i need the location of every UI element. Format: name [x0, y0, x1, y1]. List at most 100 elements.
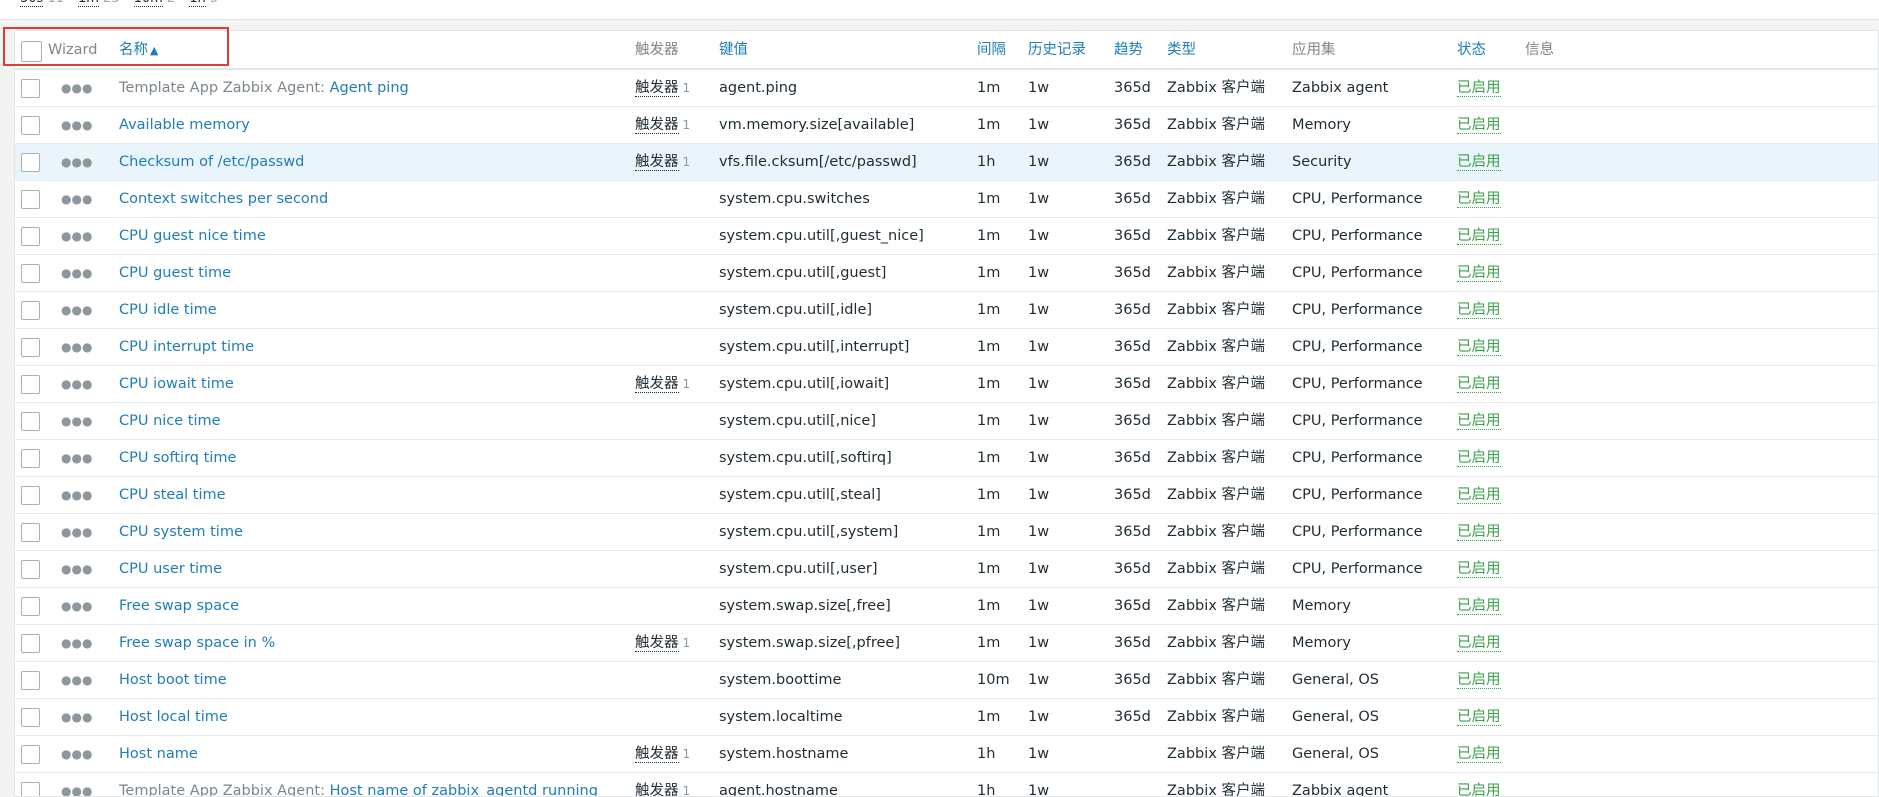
status-toggle-link[interactable]: 已启用: [1457, 709, 1501, 726]
wizard-menu-icon[interactable]: ●●●: [61, 181, 92, 218]
status-toggle-link[interactable]: 已启用: [1457, 413, 1501, 430]
item-name-link[interactable]: CPU system time: [119, 524, 243, 540]
row-checkbox[interactable]: [21, 486, 40, 505]
status-toggle-link[interactable]: 已启用: [1457, 80, 1501, 97]
wizard-menu-icon[interactable]: ●●●: [61, 403, 92, 440]
item-name-link[interactable]: Free swap space in %: [119, 635, 275, 651]
row-checkbox[interactable]: [21, 782, 40, 796]
wizard-menu-icon[interactable]: ●●●: [61, 477, 92, 514]
status-toggle-link[interactable]: 已启用: [1457, 746, 1501, 763]
triggers-link[interactable]: 触发器: [635, 80, 679, 97]
status-toggle-link[interactable]: 已启用: [1457, 672, 1501, 689]
column-name[interactable]: 名称 ▲: [119, 31, 158, 70]
status-toggle-link[interactable]: 已启用: [1457, 376, 1501, 393]
item-name-link[interactable]: Free swap space: [119, 598, 239, 614]
item-name-link[interactable]: Host name of zabbix_agentd running: [330, 783, 598, 796]
row-checkbox[interactable]: [21, 708, 40, 727]
status-toggle-link[interactable]: 已启用: [1457, 561, 1501, 578]
item-name-link[interactable]: Agent ping: [330, 80, 409, 96]
wizard-menu-icon[interactable]: ●●●: [61, 625, 92, 662]
select-all-checkbox[interactable]: [21, 41, 42, 62]
row-checkbox[interactable]: [21, 79, 40, 98]
triggers-link[interactable]: 触发器: [635, 746, 679, 763]
row-checkbox[interactable]: [21, 560, 40, 579]
row-checkbox[interactable]: [21, 301, 40, 320]
row-checkbox[interactable]: [21, 116, 40, 135]
wizard-menu-icon[interactable]: ●●●: [61, 773, 92, 796]
item-name-link[interactable]: Host name: [119, 746, 198, 762]
row-checkbox[interactable]: [21, 523, 40, 542]
item-name-link[interactable]: CPU iowait time: [119, 376, 234, 392]
wizard-menu-icon[interactable]: ●●●: [61, 440, 92, 477]
triggers-link[interactable]: 触发器: [635, 117, 679, 134]
column-type[interactable]: 类型: [1167, 31, 1196, 70]
wizard-menu-icon[interactable]: ●●●: [61, 144, 92, 181]
item-name-link[interactable]: Available memory: [119, 117, 250, 133]
wizard-menu-icon[interactable]: ●●●: [61, 329, 92, 366]
item-name-link[interactable]: Context switches per second: [119, 191, 328, 207]
wizard-menu-icon[interactable]: ●●●: [61, 588, 92, 625]
row-checkbox[interactable]: [21, 597, 40, 616]
status-toggle-link[interactable]: 已启用: [1457, 339, 1501, 356]
wizard-menu-icon[interactable]: ●●●: [61, 366, 92, 403]
item-name-link[interactable]: Checksum of /etc/passwd: [119, 154, 304, 170]
interval-filter-link[interactable]: 1m: [78, 0, 99, 7]
interval-filter-link[interactable]: 30s: [20, 0, 44, 7]
wizard-menu-icon[interactable]: ●●●: [61, 70, 92, 107]
interval-filter-link[interactable]: 1h: [189, 0, 206, 7]
item-name-link[interactable]: Host boot time: [119, 672, 227, 688]
row-checkbox[interactable]: [21, 449, 40, 468]
wizard-menu-icon[interactable]: ●●●: [61, 736, 92, 773]
item-name-link[interactable]: CPU steal time: [119, 487, 226, 503]
row-checkbox[interactable]: [21, 375, 40, 394]
status-toggle-link[interactable]: 已启用: [1457, 265, 1501, 282]
status-toggle-link[interactable]: 已启用: [1457, 450, 1501, 467]
item-name-link[interactable]: CPU softirq time: [119, 450, 236, 466]
item-name-link[interactable]: CPU user time: [119, 561, 222, 577]
row-checkbox[interactable]: [21, 412, 40, 431]
triggers-link[interactable]: 触发器: [635, 635, 679, 652]
column-trends[interactable]: 趋势: [1114, 31, 1143, 70]
template-prefix[interactable]: Template App Zabbix Agent:: [119, 80, 330, 96]
item-name-link[interactable]: CPU nice time: [119, 413, 221, 429]
wizard-menu-icon[interactable]: ●●●: [61, 699, 92, 736]
status-toggle-link[interactable]: 已启用: [1457, 487, 1501, 504]
column-key[interactable]: 键值: [719, 31, 748, 70]
status-toggle-link[interactable]: 已启用: [1457, 117, 1501, 134]
row-checkbox[interactable]: [21, 634, 40, 653]
row-checkbox[interactable]: [21, 745, 40, 764]
wizard-menu-icon[interactable]: ●●●: [61, 218, 92, 255]
status-toggle-link[interactable]: 已启用: [1457, 154, 1501, 171]
column-interval[interactable]: 间隔: [977, 31, 1006, 70]
item-name-link[interactable]: CPU guest nice time: [119, 228, 266, 244]
row-checkbox[interactable]: [21, 153, 40, 172]
row-checkbox[interactable]: [21, 671, 40, 690]
status-toggle-link[interactable]: 已启用: [1457, 783, 1501, 796]
wizard-menu-icon[interactable]: ●●●: [61, 551, 92, 588]
row-checkbox[interactable]: [21, 227, 40, 246]
item-name-link[interactable]: Host local time: [119, 709, 228, 725]
template-prefix[interactable]: Template App Zabbix Agent:: [119, 783, 330, 796]
wizard-menu-icon[interactable]: ●●●: [61, 514, 92, 551]
wizard-menu-icon[interactable]: ●●●: [61, 107, 92, 144]
item-name-link[interactable]: CPU interrupt time: [119, 339, 254, 355]
row-checkbox[interactable]: [21, 190, 40, 209]
row-checkbox[interactable]: [21, 338, 40, 357]
column-status[interactable]: 状态: [1457, 31, 1486, 70]
triggers-link[interactable]: 触发器: [635, 376, 679, 393]
status-toggle-link[interactable]: 已启用: [1457, 228, 1501, 245]
wizard-menu-icon[interactable]: ●●●: [61, 255, 92, 292]
status-toggle-link[interactable]: 已启用: [1457, 524, 1501, 541]
item-name-link[interactable]: CPU guest time: [119, 265, 231, 281]
column-name-label[interactable]: 名称: [119, 42, 148, 58]
status-toggle-link[interactable]: 已启用: [1457, 302, 1501, 319]
interval-filter-link[interactable]: 10m: [133, 0, 163, 7]
status-toggle-link[interactable]: 已启用: [1457, 598, 1501, 615]
item-name-link[interactable]: CPU idle time: [119, 302, 217, 318]
row-checkbox[interactable]: [21, 264, 40, 283]
column-history[interactable]: 历史记录: [1028, 31, 1086, 70]
wizard-menu-icon[interactable]: ●●●: [61, 292, 92, 329]
triggers-link[interactable]: 触发器: [635, 154, 679, 171]
wizard-menu-icon[interactable]: ●●●: [61, 662, 92, 699]
status-toggle-link[interactable]: 已启用: [1457, 191, 1501, 208]
